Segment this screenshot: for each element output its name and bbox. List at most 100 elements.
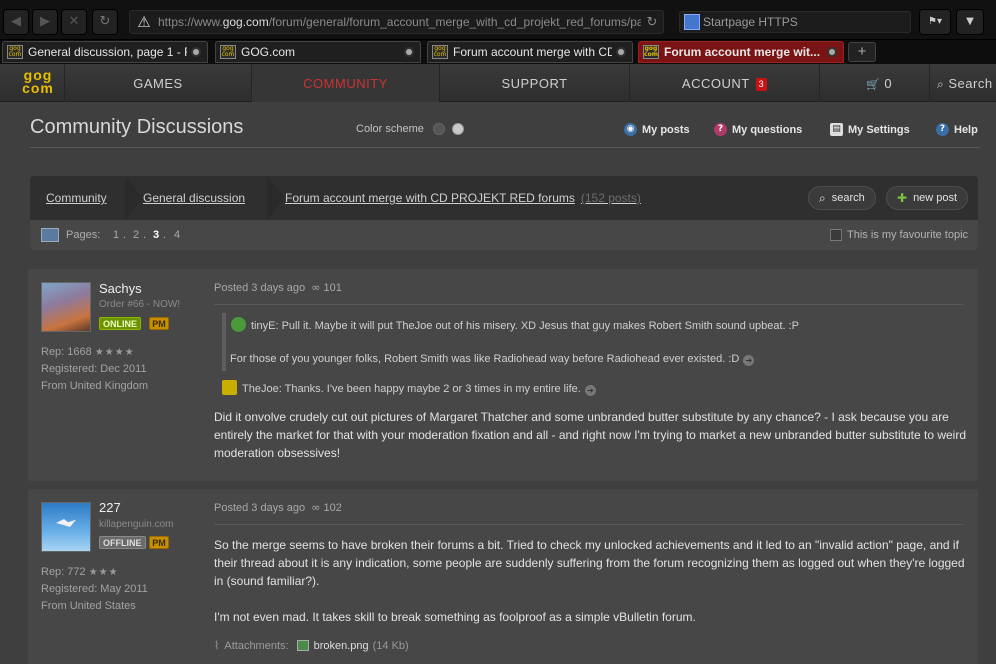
- tab-gog-home[interactable]: gog com GOG.com: [215, 41, 421, 63]
- page-separator: .: [123, 229, 127, 241]
- page-4-link[interactable]: 4: [174, 229, 180, 241]
- breadcrumb-separator: [125, 176, 143, 220]
- page-1-link[interactable]: 1: [113, 229, 119, 241]
- user-title: Order #66 - NOW!: [99, 299, 181, 310]
- attachment-size: (14 Kb): [372, 639, 409, 652]
- post-body: Did it onvolve crudely cut out pictures …: [214, 410, 967, 460]
- gog-favicon: gog com: [643, 45, 659, 59]
- help-icon: ?: [936, 123, 949, 136]
- favourite-checkbox[interactable]: [830, 229, 842, 241]
- page-2-link[interactable]: 2: [133, 229, 139, 241]
- thejoe-avatar: [222, 380, 237, 395]
- pm-button[interactable]: PM: [149, 317, 169, 330]
- account-notification-badge: 3: [755, 78, 768, 91]
- flag-icon[interactable]: ⚑▾: [919, 9, 951, 35]
- reputation-stars: ★★★★: [94, 347, 135, 358]
- back-button[interactable]: ◀: [3, 9, 29, 35]
- avatar[interactable]: [41, 502, 91, 552]
- user-location: From United Kingdom: [41, 380, 148, 392]
- startpage-icon: [684, 14, 700, 30]
- quote-bar: [222, 313, 226, 371]
- attachment-link[interactable]: broken.png: [314, 640, 369, 652]
- address-bar[interactable]: ⚠ https://www.gog.com/forum/general/foru…: [129, 10, 664, 34]
- tab-strip: gog com General discussion, page 1 - F...…: [0, 40, 996, 64]
- my-posts-link[interactable]: ◉ My posts: [624, 123, 690, 136]
- browser-toolbar: ◀ ▶ ✕ ↻ ⚠ https://www.gog.com/forum/gene…: [0, 0, 996, 40]
- post-body-second-paragraph: I'm not even mad. It takes skill to brea…: [214, 610, 696, 624]
- arrow-right-icon[interactable]: ➔: [743, 355, 755, 366]
- search-icon: ⌕: [819, 190, 826, 205]
- nav-cart[interactable]: 🛒 0: [819, 64, 929, 102]
- breadcrumb-community[interactable]: Community: [46, 191, 107, 205]
- forum-post: 227 killapenguin.com OFFLINE PM Rep: 772…: [28, 489, 978, 664]
- post-count: (152 posts): [580, 191, 641, 205]
- site-nav: gog com GAMES COMMUNITY SUPPORT ACCOUNT 3…: [0, 64, 996, 102]
- page-separator: .: [163, 229, 167, 241]
- quote-thejoe: TheJoe: Thanks. I've been happy maybe 2 …: [222, 380, 596, 396]
- tab-forum-merge-active[interactable]: gog com Forum account merge wit...: [638, 41, 844, 63]
- gog-logo[interactable]: gog com: [20, 68, 56, 97]
- new-tab-button[interactable]: +: [848, 42, 876, 62]
- pages-icon: [41, 228, 59, 242]
- page-title: Community Discussions: [30, 116, 244, 138]
- tab-close-icon[interactable]: [404, 47, 414, 57]
- warning-icon: ⚠: [137, 13, 151, 31]
- url-text[interactable]: https://www.gog.com/forum/general/forum_…: [158, 15, 641, 29]
- title-divider: [30, 147, 980, 148]
- reload-button[interactable]: ↻: [92, 9, 118, 35]
- user-reputation: Rep: 1668 ★★★★: [41, 346, 135, 358]
- tab-close-icon[interactable]: [827, 47, 837, 57]
- my-settings-link[interactable]: ▤ My Settings: [830, 123, 910, 136]
- user-location: From United States: [41, 600, 136, 612]
- tab-general-discussion[interactable]: gog com General discussion, page 1 - F...: [2, 41, 208, 63]
- nav-account[interactable]: ACCOUNT 3: [629, 64, 819, 102]
- breadcrumb-thread[interactable]: Forum account merge with CD PROJEKT RED …: [285, 191, 641, 205]
- link-icon[interactable]: ∞: [311, 501, 320, 514]
- post-divider: [214, 304, 964, 305]
- attachments-label: Attachments:: [224, 639, 289, 652]
- tab-close-icon[interactable]: [616, 47, 626, 57]
- username[interactable]: 227: [99, 500, 121, 515]
- nav-games[interactable]: GAMES: [64, 64, 251, 102]
- breadcrumb-separator: [267, 176, 285, 220]
- page-separator: .: [143, 229, 147, 241]
- reload-icon[interactable]: ↻: [641, 15, 663, 30]
- forward-button[interactable]: ▶: [32, 9, 58, 35]
- favourite-label[interactable]: This is my favourite topic: [847, 229, 968, 241]
- new-post-button[interactable]: ✚ new post: [886, 186, 969, 210]
- stop-button[interactable]: ✕: [61, 9, 87, 35]
- arrow-right-icon[interactable]: ➔: [584, 385, 596, 396]
- page-3-current: 3: [153, 229, 160, 241]
- pages-label: Pages:: [66, 229, 101, 241]
- posts-icon: ◉: [624, 123, 637, 136]
- offline-badge: OFFLINE: [99, 536, 146, 549]
- chevron-down-icon[interactable]: ▼: [956, 9, 984, 35]
- online-badge: ONLINE: [99, 317, 142, 330]
- tab-close-icon[interactable]: [191, 47, 201, 57]
- my-questions-link[interactable]: ? My questions: [714, 123, 802, 136]
- color-scheme-dark[interactable]: [433, 123, 445, 135]
- gog-favicon: gog com: [432, 45, 448, 59]
- nav-support[interactable]: SUPPORT: [439, 64, 629, 102]
- color-scheme-label: Color scheme: [356, 123, 424, 135]
- post-meta: Posted 3 days ago ∞ 102: [214, 501, 342, 514]
- search-button[interactable]: ⌕ search: [808, 186, 876, 210]
- pm-button[interactable]: PM: [149, 536, 169, 549]
- post-meta: Posted 3 days ago ∞ 101: [214, 281, 342, 294]
- search-engine-field[interactable]: Startpage HTTPS: [679, 11, 911, 33]
- paperclip-icon: ⌇: [214, 639, 220, 652]
- nav-community[interactable]: COMMUNITY: [251, 64, 439, 102]
- tab-forum-merge[interactable]: gog com Forum account merge with CD ...: [427, 41, 633, 63]
- user-reputation: Rep: 772 ★★★: [41, 566, 119, 578]
- color-scheme-light[interactable]: [452, 123, 464, 135]
- link-icon[interactable]: ∞: [311, 281, 320, 294]
- help-link[interactable]: ? Help: [936, 123, 978, 136]
- breadcrumb-general-discussion[interactable]: General discussion: [143, 191, 245, 205]
- post-number[interactable]: 101: [323, 282, 341, 294]
- cart-icon: 🛒: [866, 78, 881, 91]
- search-icon: ⌕: [937, 77, 945, 91]
- nav-search[interactable]: ⌕ Search: [929, 64, 996, 102]
- username[interactable]: Sachys: [99, 281, 142, 296]
- post-number[interactable]: 102: [323, 502, 341, 514]
- avatar[interactable]: [41, 282, 91, 332]
